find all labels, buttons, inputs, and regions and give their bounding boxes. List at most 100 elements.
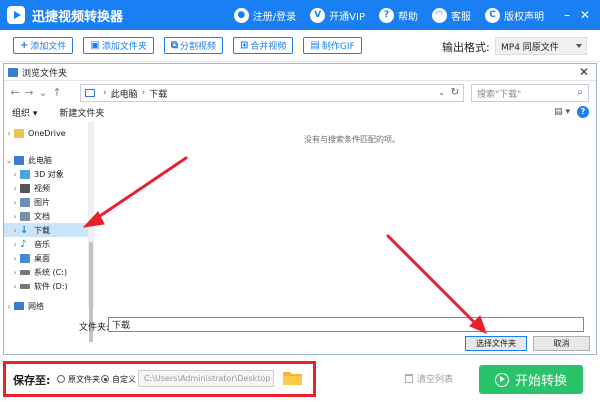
chevron-right-icon: › [13, 197, 17, 207]
drive-icon [20, 269, 30, 275]
annotation-highlight-box [3, 361, 316, 397]
split-video-button[interactable]: ⧉ 分割视频 [163, 37, 224, 54]
organize-menu[interactable]: 组织 ▾ [12, 106, 37, 119]
folder-row: 文件夹: 下载 [4, 317, 596, 333]
login-link[interactable]: ● 注册/登录 [233, 7, 296, 23]
minimize-icon[interactable]: – [558, 8, 576, 22]
cancel-button[interactable]: 取消 [533, 336, 590, 351]
empty-folder-message: 没有与搜索条件匹配的项。 [304, 135, 400, 144]
tree-item-pictures[interactable]: › 图片 [4, 195, 90, 209]
chevron-right-icon: › [13, 225, 17, 235]
dialog-help-icon[interactable]: ? [577, 106, 589, 118]
network-icon [14, 301, 24, 310]
output-format-label: 输出格式: [442, 41, 490, 54]
breadcrumb-downloads[interactable]: 下载 [149, 87, 167, 100]
play-icon [494, 372, 509, 387]
tree-item-music[interactable]: › ♪ 音乐 [4, 237, 90, 251]
bottom-bar: 保存至: 原文件夹 自定义 C:\Users\Administrator\Des… [0, 357, 600, 402]
video-icon [20, 183, 30, 193]
chevron-down-icon [576, 44, 582, 48]
tree-item-network[interactable]: › 网络 [4, 299, 90, 310]
tree-item-documents[interactable]: › 文档 [4, 209, 90, 223]
tree-item-drive-c[interactable]: › 系统 (C:) [4, 265, 90, 279]
merge-video-button[interactable]: ⊞ 合并视频 [233, 37, 294, 54]
dialog-close-icon[interactable]: ✕ [579, 65, 589, 79]
trash-icon [405, 374, 413, 383]
address-bar[interactable]: › 此电脑 › 下载 ⌄ ↻ [80, 84, 464, 102]
chevron-right-icon: › [13, 253, 17, 263]
help-icon: ? [379, 7, 394, 23]
picture-icon [20, 197, 30, 207]
main-toolbar: + 添加文件 ▣ 添加文件夹 ⧉ 分割视频 ⊞ 合并视频 ▤ 制作GIF 输出格… [0, 30, 600, 62]
document-icon [20, 211, 30, 221]
folder-dialog-icon [8, 67, 18, 77]
refresh-icon[interactable]: ↻ [451, 87, 459, 98]
address-dropdown-icon[interactable]: ⌄ [438, 88, 445, 97]
new-folder-button[interactable]: 新建文件夹 [59, 106, 104, 119]
breadcrumb-pc[interactable]: 此电脑 [111, 87, 138, 100]
chevron-right-icon: › [13, 183, 17, 193]
browse-folder-dialog: 浏览文件夹 ✕ ← → ⌄ ↑ › 此电脑 › 下载 ⌄ ↻ 搜索"下载" ⌕ … [3, 63, 597, 355]
folder-label: 文件夹: [79, 323, 110, 333]
nav-pane-scrollbar[interactable] [88, 122, 94, 342]
support-link[interactable]: ◠ 客服 [432, 7, 471, 23]
folder-icon [14, 128, 24, 138]
add-folder-button[interactable]: ▣ 添加文件夹 [83, 37, 154, 54]
forward-arrow-icon[interactable]: → [22, 86, 36, 99]
chevron-right-icon: › [13, 281, 17, 291]
view-options-icon[interactable]: ▤ ▾ [554, 107, 570, 117]
vip-icon: V [310, 7, 326, 23]
chevron-right-icon: › [7, 301, 11, 311]
tree-item-videos[interactable]: › 视频 [4, 181, 90, 195]
merge-icon: ⊞ [240, 40, 249, 51]
chevron-right-icon: › [13, 239, 17, 249]
title-bar: 迅捷视频转换器 ● 注册/登录 V 开通VIP ? 帮助 ◠ 客服 C 版权声明… [0, 0, 600, 30]
folder-add-icon: ▣ [90, 40, 100, 51]
copyright-icon: C [485, 7, 500, 23]
app-title: 迅捷视频转换器 [32, 9, 124, 25]
tree-item-desktop[interactable]: › 桌面 [4, 251, 90, 265]
desktop-icon [20, 253, 30, 263]
navigation-pane: › OneDrive ⌄ 此电脑 › 3D 对象 › 视频 › 图片 › 文档 [4, 122, 94, 310]
tree-item-this-pc[interactable]: ⌄ 此电脑 [4, 153, 90, 167]
output-format-select[interactable]: MP4 同原文件 [495, 37, 587, 55]
add-file-button[interactable]: + 添加文件 [13, 37, 74, 54]
tree-item-onedrive[interactable]: › OneDrive [4, 126, 90, 140]
computer-icon [85, 89, 95, 97]
close-icon[interactable]: ✕ [576, 8, 594, 22]
plus-icon: + [20, 40, 29, 51]
folder-name-input[interactable]: 下载 [108, 317, 584, 332]
back-arrow-icon[interactable]: ← [8, 86, 22, 99]
recent-chevron-icon[interactable]: ⌄ [36, 86, 50, 99]
download-arrow-icon: ↓ [20, 224, 29, 236]
tree-item-downloads[interactable]: › ↓ 下载 [4, 223, 90, 237]
search-icon: ⌕ [577, 87, 583, 98]
chevron-right-icon: › [13, 211, 17, 221]
headset-icon: ◠ [432, 7, 447, 23]
chevron-right-icon: › [13, 169, 17, 179]
split-icon: ⧉ [170, 40, 179, 51]
chevron-right-icon: › [13, 267, 17, 277]
command-bar: 组织 ▾ 新建文件夹 ▤ ▾ ? [4, 104, 596, 121]
select-folder-button[interactable]: 选择文件夹 [465, 336, 527, 351]
drive-icon [20, 283, 30, 289]
clear-list-button[interactable]: 清空列表 [405, 372, 453, 385]
user-icon: ● [233, 7, 249, 23]
help-link[interactable]: ? 帮助 [379, 7, 418, 23]
make-gif-button[interactable]: ▤ 制作GIF [303, 37, 362, 54]
dialog-title-bar: 浏览文件夹 [4, 64, 596, 81]
up-arrow-icon[interactable]: ↑ [50, 86, 64, 99]
search-box[interactable]: 搜索"下载" ⌕ [471, 84, 589, 102]
music-note-icon: ♪ [20, 238, 27, 250]
vip-link[interactable]: V 开通VIP [310, 7, 365, 23]
tree-item-drive-d[interactable]: › 软件 (D:) [4, 279, 90, 293]
app-logo-icon [7, 6, 25, 24]
chevron-right-icon: › [7, 128, 11, 138]
gif-icon: ▤ [310, 40, 320, 51]
computer-icon [14, 155, 24, 165]
tree-item-3d-objects[interactable]: › 3D 对象 [4, 167, 90, 181]
copyright-link[interactable]: C 版权声明 [485, 7, 544, 23]
cube-icon [20, 169, 30, 179]
start-convert-button[interactable]: 开始转换 [479, 365, 583, 394]
chevron-down-icon: ⌄ [5, 155, 13, 165]
